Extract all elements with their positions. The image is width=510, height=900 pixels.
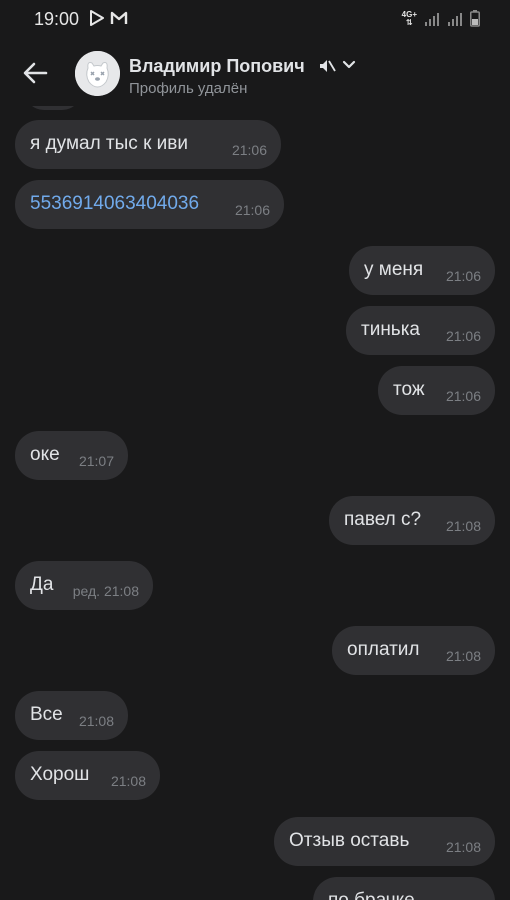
contact-name[interactable]: Владимир Попович xyxy=(129,56,305,77)
battery-icon xyxy=(470,10,480,27)
message-bubble-outgoing[interactable]: Отзыв оставь 21:08 xyxy=(274,817,495,866)
signal-icon-2 xyxy=(448,13,462,26)
notification-icons xyxy=(90,10,128,26)
network-type: 4G+ ⇅ xyxy=(401,10,417,27)
message-time: 21:08 xyxy=(445,518,481,534)
play-store-icon xyxy=(90,10,104,26)
contact-status: Профиль удалён xyxy=(129,80,248,97)
data-arrows-icon: ⇅ xyxy=(405,18,413,27)
message-bubble-outgoing[interactable]: по брачке xyxy=(313,877,495,900)
message-bubble-outgoing[interactable]: тож 21:06 xyxy=(378,366,495,415)
message-time: ред. 21:08 xyxy=(72,583,139,599)
message-time: 21:08 xyxy=(445,648,481,664)
message-link[interactable]: 5536914063404036 xyxy=(30,193,199,215)
gmail-icon xyxy=(110,11,128,24)
message-time: 21:08 xyxy=(445,839,481,855)
message-time: 21:08 xyxy=(78,713,114,729)
message-bubble-outgoing[interactable]: у меня 21:06 xyxy=(349,246,495,295)
message-bubble-incoming[interactable]: 5536914063404036 21:06 xyxy=(15,180,284,229)
message-text: Да xyxy=(30,574,54,595)
message-text: тож xyxy=(393,379,425,400)
message-text: Отзыв оставь xyxy=(289,830,410,851)
status-bar: 19:00 4G+ ⇅ xyxy=(0,0,510,38)
message-text: тинька xyxy=(361,319,421,340)
status-time: 19:00 xyxy=(34,9,80,29)
message-bubble-incoming[interactable]: Да ред. 21:08 xyxy=(15,561,153,610)
muted-icon xyxy=(320,60,336,72)
message-text: по брачке xyxy=(328,890,415,900)
deactivated-dog-icon xyxy=(75,51,120,96)
message-text: оплатил xyxy=(347,639,420,660)
signal-icon xyxy=(425,13,439,26)
message-bubble-outgoing[interactable]: тинька 21:06 xyxy=(346,306,495,355)
back-button[interactable] xyxy=(20,58,50,88)
avatar[interactable] xyxy=(75,51,120,96)
message-bubble-incoming[interactable]: я думал тыс к иви 21:06 xyxy=(15,120,281,169)
message-time: 21:07 xyxy=(78,453,114,469)
message-time: 21:06 xyxy=(445,388,481,404)
message-time: 21:06 xyxy=(234,202,270,218)
message-time: 21:06 xyxy=(445,328,481,344)
message-time: 21:06 xyxy=(231,142,267,158)
message-time: 21:06 xyxy=(445,268,481,284)
arrow-left-icon xyxy=(23,62,48,84)
message-text: оке xyxy=(30,444,60,465)
message-bubble-partial xyxy=(24,106,82,110)
message-bubble-incoming[interactable]: Все 21:08 xyxy=(15,691,128,740)
chevron-down-icon[interactable] xyxy=(342,60,356,70)
message-text: павел с? xyxy=(344,509,422,530)
message-text: Все xyxy=(30,704,63,725)
message-text: Хорош xyxy=(30,764,90,785)
system-icons: 4G+ ⇅ xyxy=(402,10,480,27)
message-text: я думал тыс к иви xyxy=(30,133,188,154)
message-bubble-outgoing[interactable]: оплатил 21:08 xyxy=(332,626,495,675)
message-bubble-outgoing[interactable]: павел с? 21:08 xyxy=(329,496,495,545)
message-text: у меня xyxy=(364,259,424,280)
message-list[interactable]: я думал тыс к иви 21:06 5536914063404036… xyxy=(0,106,510,900)
message-bubble-incoming[interactable]: Хорош 21:08 xyxy=(15,751,160,800)
chat-header: Владимир Попович Профиль удалён xyxy=(0,38,510,106)
message-bubble-incoming[interactable]: оке 21:07 xyxy=(15,431,128,480)
message-time: 21:08 xyxy=(110,773,146,789)
